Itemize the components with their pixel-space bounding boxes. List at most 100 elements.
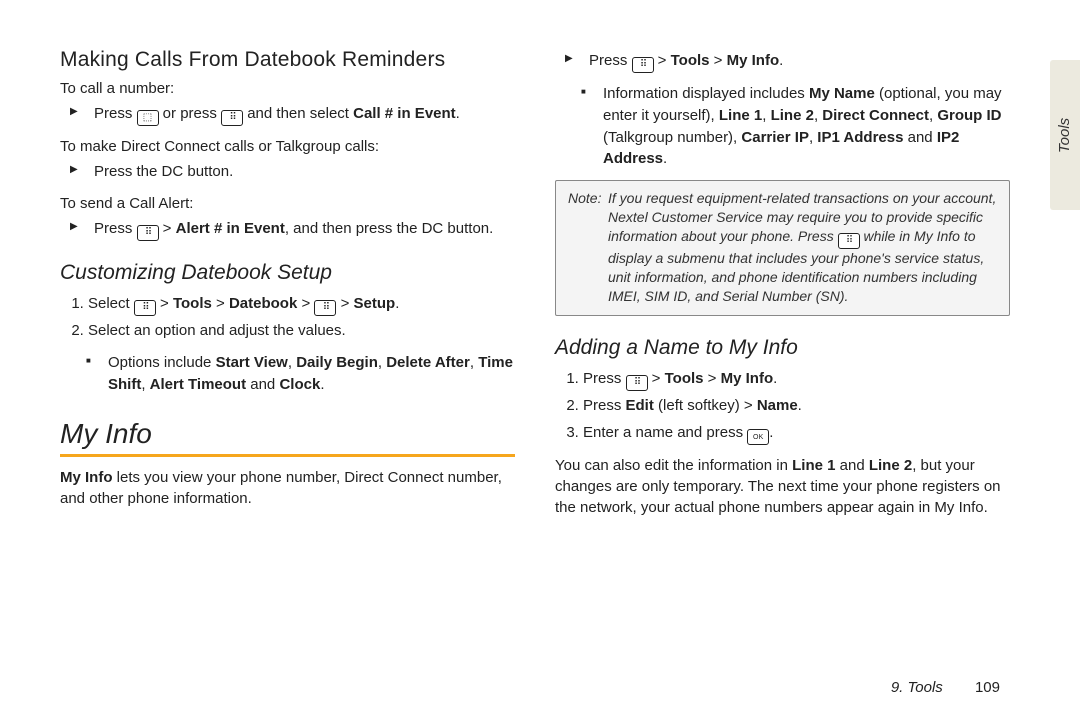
- myinfo-displayed-item: Information displayed includes My Name (…: [597, 83, 1010, 170]
- footer-chapter: 9. Tools: [891, 679, 943, 696]
- step-add-3: Enter a name and press OK.: [583, 422, 1010, 446]
- text: ,: [762, 107, 770, 124]
- bold: My Name: [809, 85, 875, 102]
- text: Select: [88, 295, 134, 312]
- side-tab-tools: Tools: [1050, 60, 1080, 210]
- sep: >: [654, 52, 671, 69]
- right-column: Press > Tools > My Info. Information dis…: [555, 40, 1010, 524]
- myinfo-intro: My Info lets you view your phone number,…: [60, 467, 515, 509]
- bold: Group ID: [937, 107, 1001, 124]
- text: Press: [583, 370, 626, 387]
- sep: >: [648, 370, 665, 387]
- myinfo-displayed: Information displayed includes My Name (…: [555, 83, 1010, 170]
- menu-key-icon: [838, 233, 860, 249]
- bold: Tools: [173, 295, 212, 312]
- send-key-icon: [137, 110, 159, 126]
- left-column: Making Calls From Datebook Reminders To …: [60, 40, 515, 524]
- menu-key-icon: [626, 375, 648, 391]
- sep: >: [336, 295, 353, 312]
- text: ,: [141, 376, 149, 393]
- steps-open-myinfo: Press > Tools > My Info.: [555, 50, 1010, 73]
- bold: Line 2: [771, 107, 814, 124]
- bold: Line 2: [869, 457, 912, 474]
- note-box: Note: If you request equipment-related t…: [555, 180, 1010, 316]
- steps-customize: Select > Tools > Datebook > > Setup. Sel…: [60, 293, 515, 343]
- bold: Delete After: [386, 354, 470, 371]
- text: .: [663, 150, 667, 167]
- bold: Edit: [626, 397, 654, 414]
- ok-key-icon: OK: [747, 429, 769, 445]
- heading-rule: [60, 454, 515, 457]
- text: (left softkey) >: [654, 397, 757, 414]
- bold: Line 1: [792, 457, 835, 474]
- bold: Setup: [354, 295, 396, 312]
- side-tab-label: Tools: [1057, 117, 1074, 152]
- sep: >: [156, 295, 173, 312]
- bold-call-in-event: Call # in Event: [353, 105, 456, 122]
- bold: Name: [757, 397, 798, 414]
- lead-to-dc: To make Direct Connect calls or Talkgrou…: [60, 136, 515, 157]
- step-add-2: Press Edit (left softkey) > Name.: [583, 395, 1010, 418]
- lead-to-alert: To send a Call Alert:: [60, 193, 515, 214]
- text: .: [395, 295, 399, 312]
- page-body: Making Calls From Datebook Reminders To …: [0, 0, 1080, 524]
- text: .: [320, 376, 324, 393]
- bold: Start View: [216, 354, 288, 371]
- bold: My Info: [60, 469, 113, 486]
- text: Information displayed includes: [603, 85, 809, 102]
- bold: Alert Timeout: [150, 376, 246, 393]
- lead-to-call: To call a number:: [60, 78, 515, 99]
- heading-making-calls: Making Calls From Datebook Reminders: [60, 48, 515, 72]
- text: .: [798, 397, 802, 414]
- heading-customizing: Customizing Datebook Setup: [60, 261, 515, 285]
- step-cust-1: Select > Tools > Datebook > > Setup.: [88, 293, 515, 316]
- heading-adding-name: Adding a Name to My Info: [555, 336, 1010, 360]
- page-footer: 9. Tools 109: [891, 679, 1000, 696]
- text: ,: [470, 354, 478, 371]
- bold: Direct Connect: [822, 107, 929, 124]
- steps-dc: Press the DC button.: [60, 161, 515, 183]
- text: , and then press the DC button.: [285, 220, 493, 237]
- sep: >: [159, 220, 176, 237]
- text: and: [246, 376, 279, 393]
- text: Press: [94, 105, 137, 122]
- tail-paragraph: You can also edit the information in Lin…: [555, 455, 1010, 518]
- text: (Talkgroup number),: [603, 129, 741, 146]
- text: .: [456, 105, 460, 122]
- menu-key-icon: [137, 225, 159, 241]
- bold: Clock: [279, 376, 320, 393]
- text: ,: [378, 354, 386, 371]
- bold: Tools: [671, 52, 710, 69]
- sep: >: [297, 295, 314, 312]
- text: Enter a name and press: [583, 424, 747, 441]
- steps-add-name: Press > Tools > My Info. Press Edit (lef…: [555, 368, 1010, 445]
- bold: My Info: [721, 370, 774, 387]
- text: lets you view your phone number, Direct …: [60, 469, 502, 507]
- note-label: Note:: [568, 189, 608, 208]
- step-add-1: Press > Tools > My Info.: [583, 368, 1010, 391]
- bold-alert-path: Alert # in Event: [176, 220, 285, 237]
- text: .: [773, 370, 777, 387]
- text: .: [779, 52, 783, 69]
- bold: IP1 Address: [817, 129, 903, 146]
- step-open-myinfo: Press > Tools > My Info.: [583, 50, 1010, 73]
- bold: Tools: [665, 370, 704, 387]
- note-body: If you request equipment-related transac…: [608, 189, 997, 305]
- text: and then select: [243, 105, 353, 122]
- cust-options-item: Options include Start View, Daily Begin,…: [102, 352, 515, 396]
- sep: >: [212, 295, 229, 312]
- menu-key-icon: [134, 300, 156, 316]
- sep: >: [710, 52, 727, 69]
- text: ,: [288, 354, 296, 371]
- text: and: [903, 129, 936, 146]
- text: You can also edit the information in: [555, 457, 792, 474]
- heading-my-info: My Info: [60, 418, 515, 450]
- step-cust-2: Select an option and adjust the values.: [88, 320, 515, 343]
- menu-key-icon: [314, 300, 336, 316]
- text: and: [835, 457, 868, 474]
- steps-call: Press or press and then select Call # in…: [60, 103, 515, 126]
- steps-alert: Press > Alert # in Event, and then press…: [60, 218, 515, 241]
- step-press-dc: Press the DC button.: [88, 161, 515, 183]
- bold: Line 1: [719, 107, 762, 124]
- text: Options include: [108, 354, 216, 371]
